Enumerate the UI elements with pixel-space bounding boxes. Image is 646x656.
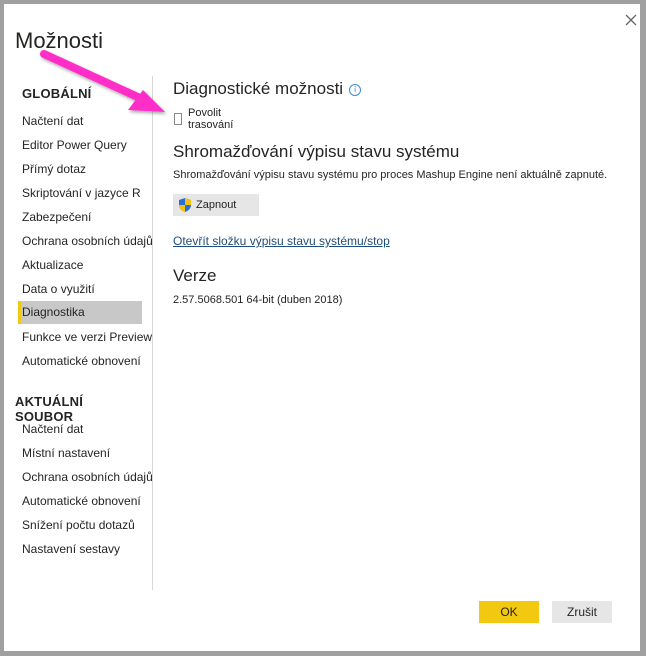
- sidebar-item-diagnostics[interactable]: Diagnostika: [18, 301, 142, 324]
- sidebar-item-security[interactable]: Zabezpečení: [18, 206, 142, 229]
- version-value: 2.57.5068.501 64-bit (duben 2018): [173, 294, 343, 306]
- ok-button[interactable]: OK: [479, 601, 539, 623]
- enable-tracing-checkbox[interactable]: [174, 113, 183, 125]
- cancel-button[interactable]: Zrušit: [552, 601, 612, 623]
- sidebar-item-updates[interactable]: Aktualizace: [18, 254, 142, 277]
- enable-crash-dump-label: Zapnout: [196, 199, 237, 211]
- sidebar-item-usage-data[interactable]: Data o využití: [18, 278, 142, 301]
- sidebar-item-regional-settings[interactable]: Místní nastavení: [18, 442, 142, 465]
- sidebar-item-preview-features[interactable]: Funkce ve verzi Preview: [18, 326, 152, 349]
- uac-shield-icon: [179, 198, 191, 212]
- enable-tracing-label[interactable]: Povolit trasování: [188, 107, 237, 131]
- crash-dump-description: Shromažďování výpisu stavu systému pro p…: [173, 169, 608, 181]
- sidebar-item-power-query-editor[interactable]: Editor Power Query: [18, 134, 142, 157]
- diagnostics-options-title: Diagnostické možnosti: [173, 79, 344, 98]
- crash-dump-heading: Shromažďování výpisu stavu systému: [173, 142, 460, 161]
- sidebar-item-global-auto-recovery[interactable]: Automatické obnovení: [18, 350, 142, 373]
- enable-crash-dump-button[interactable]: Zapnout: [173, 194, 259, 216]
- enable-tracing-checkbox-row[interactable]: Povolit trasování: [174, 107, 237, 131]
- close-button[interactable]: [622, 11, 640, 29]
- sidebar-item-r-scripting[interactable]: Skriptování v jazyce R: [18, 182, 142, 205]
- sidebar-item-direct-query[interactable]: Přímý dotaz: [18, 158, 142, 181]
- sidebar-divider: [152, 76, 153, 590]
- sidebar-item-global-data-load[interactable]: Načtení dat: [18, 110, 142, 133]
- close-icon: [625, 14, 637, 26]
- sidebar-item-global-privacy[interactable]: Ochrana osobních údajů: [18, 230, 153, 253]
- sidebar-item-file-auto-recovery[interactable]: Automatické obnovení: [18, 490, 142, 513]
- sidebar-item-report-settings[interactable]: Nastavení sestavy: [18, 538, 142, 561]
- sidebar-item-file-privacy[interactable]: Ochrana osobních údajů: [18, 466, 153, 489]
- sidebar-item-file-data-load[interactable]: Načtení dat: [18, 418, 142, 441]
- section-header-global: GLOBÁLNÍ: [22, 86, 92, 101]
- diagnostics-options-heading: Diagnostické možnosti i: [173, 79, 362, 99]
- open-dump-folder-link[interactable]: Otevřít složku výpisu stavu systému/stop: [173, 234, 390, 248]
- options-dialog: Možnosti GLOBÁLNÍ Načtení dat Editor Pow…: [4, 4, 640, 651]
- info-icon[interactable]: i: [349, 83, 362, 96]
- sidebar-item-query-reduction[interactable]: Snížení počtu dotazů: [18, 514, 142, 537]
- version-heading: Verze: [173, 266, 217, 285]
- dialog-title: Možnosti: [15, 28, 104, 53]
